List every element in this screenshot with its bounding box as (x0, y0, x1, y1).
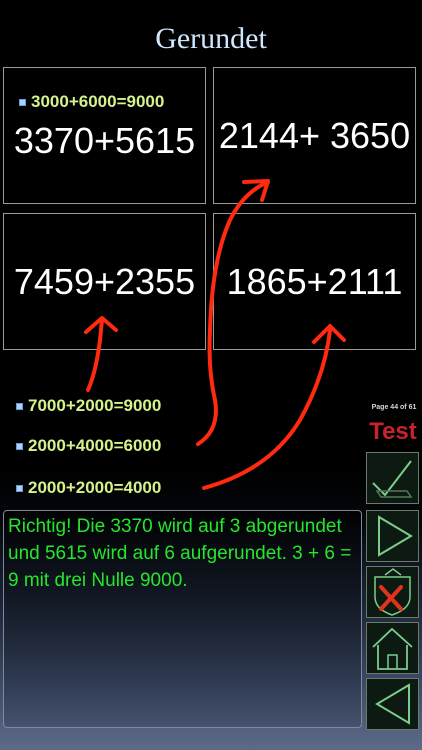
problem-card-4[interactable]: 1865+2111 (213, 213, 416, 350)
home-icon (372, 627, 413, 670)
card-hint-text: 3000+6000=9000 (31, 92, 165, 111)
shield-cancel-icon (374, 568, 411, 616)
check-button[interactable] (366, 452, 419, 504)
problem-card-2[interactable]: 2144+ 3650 (213, 67, 416, 204)
feedback-panel: Richtig! Die 3370 wird auf 3 abgerundet … (3, 510, 362, 728)
bullet-icon (16, 442, 23, 450)
bullet-icon (16, 484, 23, 492)
problem-card-3[interactable]: 7459+2355 (3, 213, 206, 350)
back-button[interactable] (366, 678, 419, 730)
hint-item[interactable]: 2000+2000=4000 (16, 478, 161, 498)
hint-item[interactable]: 2000+4000=6000 (16, 436, 161, 456)
problem-expression: 2144+ 3650 (218, 114, 411, 156)
hint-text: 2000+4000=6000 (28, 436, 162, 455)
home-button[interactable] (366, 622, 419, 674)
next-button[interactable] (366, 510, 419, 562)
feedback-text: Richtig! Die 3370 wird auf 3 abgerundet … (8, 516, 352, 591)
back-icon (375, 683, 410, 725)
problem-card-1[interactable]: 3370+5615 (3, 67, 206, 204)
bullet-icon (16, 402, 23, 410)
annotation-arrow-3 (202, 328, 332, 490)
hint-text: 2000+2000=4000 (28, 478, 162, 497)
mode-label: Test (369, 418, 417, 445)
problem-expression: 7459+2355 (13, 260, 196, 302)
bullet-icon (19, 98, 26, 106)
hint-text: 7000+2000=9000 (28, 396, 162, 415)
page-indicator: Page 44 of 61 (371, 404, 417, 411)
hint-item[interactable]: 7000+2000=9000 (16, 396, 161, 416)
problem-expression: 3370+5615 (13, 119, 196, 161)
problem-expression: 1865+2111 (226, 260, 403, 302)
check-icon (372, 460, 413, 498)
page-title: Gerundet (155, 22, 267, 55)
cancel-button[interactable] (366, 566, 419, 618)
play-icon (378, 515, 413, 557)
card-hint: 3000+6000=9000 (19, 92, 164, 112)
